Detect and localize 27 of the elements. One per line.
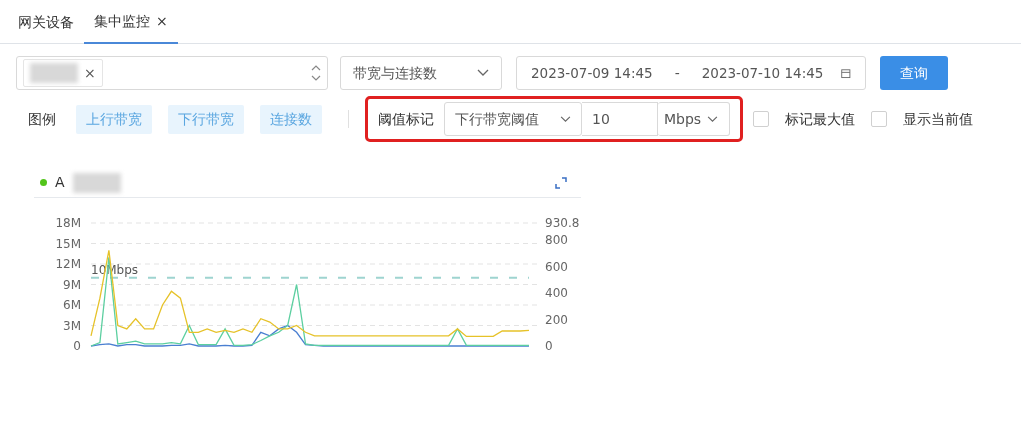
axis-label: 0 — [73, 339, 81, 353]
legend-label: 图例 — [28, 109, 56, 129]
axis-label: 200 — [545, 312, 568, 327]
axis-label: 6M — [63, 298, 81, 312]
date-range-field[interactable]: 2023-07-09 14:45 - 2023-07-10 14:45 — [516, 56, 866, 90]
tab[interactable]: 网关设备 — [8, 0, 84, 44]
threshold-label: 阈值标记 — [378, 109, 434, 129]
checkbox-label: 显示当前值 — [903, 109, 973, 129]
device-select[interactable]: × — [16, 56, 328, 90]
axis-label: 600 — [545, 259, 568, 274]
axis-label: 930.8 — [545, 216, 580, 230]
checkbox-label: 标记最大值 — [785, 109, 855, 129]
axis-label: 0 — [545, 339, 553, 353]
axis-label: 3M — [63, 318, 81, 333]
unit-select[interactable]: Mbps — [658, 102, 730, 136]
axis-label: 12M — [55, 257, 81, 271]
axis-label: 800 — [545, 233, 568, 248]
threshold-type-select[interactable]: 下行带宽阈值 — [444, 102, 582, 136]
chip-close-button[interactable]: × — [84, 62, 96, 84]
axis-label: 9M — [63, 277, 81, 292]
card-title: A — [55, 173, 65, 192]
threshold-input[interactable]: 10 — [582, 102, 658, 136]
metric-select[interactable]: 带宽与连接数 — [340, 56, 502, 90]
axis-label: 18M — [55, 216, 81, 230]
tab[interactable]: 集中监控 × — [84, 0, 178, 44]
axis-label: 15M — [55, 236, 81, 251]
axis-label: 400 — [545, 286, 568, 301]
